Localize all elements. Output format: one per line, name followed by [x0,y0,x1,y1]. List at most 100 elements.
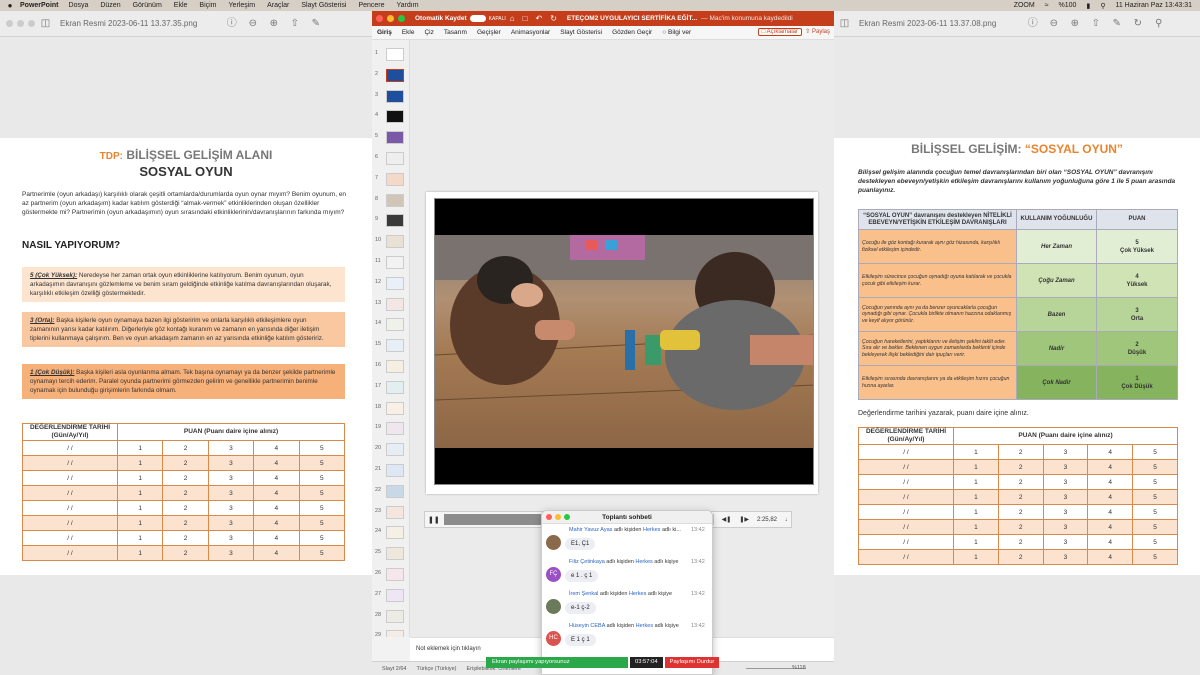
slide-thumbnail[interactable]: 22 [372,482,409,503]
score-cell[interactable]: 4 [1087,504,1134,520]
score-cell[interactable]: 1 [116,440,164,456]
date-cell[interactable]: / / [858,534,954,550]
score-cell[interactable]: 5 [1132,534,1178,550]
score-cell[interactable]: 4 [1087,534,1134,550]
slide-thumbnail[interactable]: 9 [372,211,409,232]
menu-slayt-gosterisi[interactable]: Slayt Gösterisi [301,2,346,9]
sender-name[interactable]: Mahir Yavuz Ayas [569,527,612,533]
avatar[interactable] [546,599,561,614]
zoom-in-icon[interactable]: ⊕ [1068,17,1081,30]
date-cell[interactable]: / / [22,515,118,531]
app-name[interactable]: PowerPoint [20,2,59,9]
score-cell[interactable]: 1 [116,455,164,471]
score-cell[interactable]: 3 [1042,504,1089,520]
score-cell[interactable]: 2 [997,519,1044,535]
score-cell[interactable]: 5 [298,455,345,471]
slide-thumbnail[interactable]: 7 [372,170,409,191]
menu-bicim[interactable]: Biçim [199,2,216,9]
score-cell[interactable]: 1 [953,504,999,520]
score-cell[interactable]: 2 [997,504,1044,520]
markup-icon[interactable]: ✎ [1110,17,1123,30]
slide-thumbnail[interactable]: 14 [372,315,409,336]
recipient-name[interactable]: Herkes [629,591,646,597]
date-cell[interactable]: / / [22,500,118,516]
date-cell[interactable]: / / [22,440,118,456]
tab-giris[interactable]: Giriş [377,29,392,36]
sender-name[interactable]: İrem Şenkal [569,591,598,597]
score-cell[interactable]: 1 [116,515,164,531]
menu-araclar[interactable]: Araçlar [267,2,289,9]
tab-slayt-gosterisi[interactable]: Slayt Gösterisi [560,29,602,36]
slide-thumbnail[interactable]: 23 [372,503,409,524]
score-cell[interactable]: 2 [997,459,1044,475]
date-cell[interactable]: / / [858,549,954,565]
battery-percent[interactable]: %100 [1059,2,1077,9]
slide-thumbnail[interactable]: 8 [372,191,409,212]
slide-thumbnail[interactable]: 2 [372,66,409,87]
undo-icon[interactable]: ↶ [535,14,542,23]
slide-thumbnail[interactable]: 13 [372,295,409,316]
date-cell[interactable]: / / [22,485,118,501]
sender-name[interactable]: Hüseyin CEBA [569,623,605,629]
score-cell[interactable]: 2 [162,515,209,531]
score-cell[interactable]: 5 [298,485,345,501]
score-cell[interactable]: 1 [953,474,999,490]
pause-button[interactable]: ❚❚ [428,516,440,524]
video-frame[interactable] [434,198,814,485]
avatar[interactable] [546,535,561,550]
slide-thumbnail[interactable]: 27 [372,586,409,607]
avatar[interactable]: FÇ [546,567,561,582]
search-icon[interactable]: ⚲ [1100,2,1105,10]
recipient-name[interactable]: Herkes [635,559,652,565]
slide-thumbnail[interactable]: 29 [372,627,409,637]
slide-thumbnail[interactable]: 25 [372,544,409,565]
wifi-icon[interactable]: ≈ [1045,2,1049,9]
score-cell[interactable]: 1 [953,549,999,565]
score-cell[interactable]: 3 [1042,489,1089,505]
score-cell[interactable]: 5 [298,440,345,456]
redo-icon[interactable]: ↻ [550,14,557,23]
score-cell[interactable]: 1 [953,519,999,535]
score-cell[interactable]: 1 [116,545,164,561]
menu-gorunum[interactable]: Görünüm [133,2,162,9]
window-minimize-button[interactable] [387,15,394,22]
score-cell[interactable]: 3 [1042,534,1089,550]
score-cell[interactable]: 4 [1087,519,1134,535]
slide-thumbnail[interactable]: 12 [372,274,409,295]
score-cell[interactable]: 2 [162,530,209,546]
score-cell[interactable]: 2 [997,549,1044,565]
menu-yerlesim[interactable]: Yerleşim [229,2,256,9]
slide-thumbnail[interactable]: 19 [372,419,409,440]
menu-pencere[interactable]: Pencere [358,2,384,9]
score-cell[interactable]: 3 [1042,549,1089,565]
score-cell[interactable]: 4 [253,440,300,456]
slide-thumbnail[interactable]: 26 [372,565,409,586]
score-cell[interactable]: 5 [1132,489,1178,505]
score-cell[interactable]: 5 [298,470,345,486]
slide-thumbnail[interactable]: 28 [372,607,409,628]
info-icon[interactable]: ⓘ [225,17,238,30]
score-cell[interactable]: 1 [116,530,164,546]
autosave-toggle[interactable] [469,15,486,22]
share-icon[interactable]: ⇧ [1089,17,1102,30]
info-icon[interactable]: ⓘ [1026,17,1039,30]
score-cell[interactable]: 5 [1132,444,1178,460]
slide-thumbnail[interactable]: 21 [372,461,409,482]
volume-icon[interactable]: ♩ [785,517,791,523]
slide-thumbnail[interactable]: 5 [372,128,409,149]
score-cell[interactable]: 2 [162,485,209,501]
recipient-name[interactable]: Herkes [636,623,653,629]
tab-ekle[interactable]: Ekle [402,29,415,36]
window-close-button[interactable] [6,20,13,27]
tab-gecisler[interactable]: Geçişler [477,29,501,36]
tab-tasarim[interactable]: Tasarım [444,29,467,36]
score-cell[interactable]: 3 [207,530,255,546]
clock[interactable]: 11 Haziran Paz 13:43:31 [1115,2,1192,9]
score-cell[interactable]: 2 [162,455,209,471]
score-cell[interactable]: 3 [207,545,255,561]
date-cell[interactable]: / / [858,474,954,490]
language-indicator[interactable]: Türkçe (Türkiye) [416,666,456,672]
menu-duzen[interactable]: Düzen [100,2,120,9]
score-cell[interactable]: 2 [997,489,1044,505]
zoom-status[interactable]: ZOOM [1014,2,1035,9]
